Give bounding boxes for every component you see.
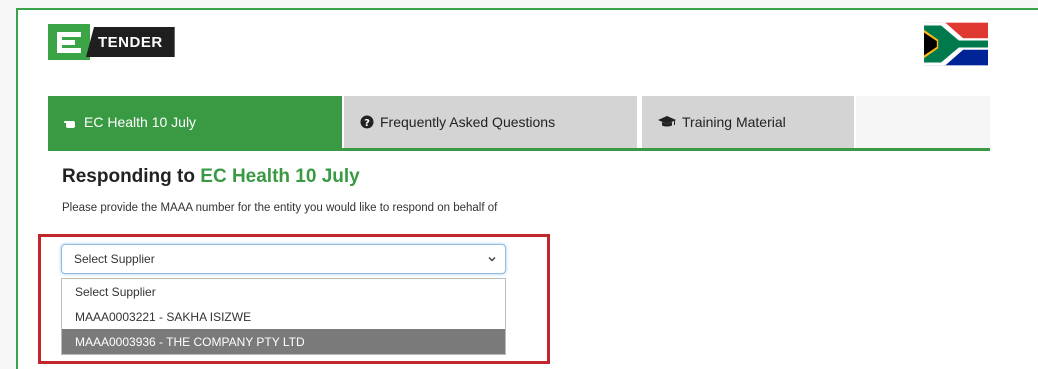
tab-training[interactable]: Training Material [642,96,854,148]
tender-name: EC Health 10 July [200,166,360,187]
south-africa-flag-icon [924,22,988,66]
supplier-option[interactable]: MAAA0003221 - SAKHA ISIZWE [62,304,505,329]
tab-ec-health[interactable]: EC Health 10 July [48,96,342,148]
hand-pointer-icon [64,115,78,129]
supplier-select[interactable]: Select Supplier [61,244,506,274]
select-value: Select Supplier [74,252,155,266]
tab-label: Frequently Asked Questions [380,114,556,130]
app-frame: TENDER EC Health 10 July ? Frequently As… [0,0,1038,369]
tab-underline [48,148,990,151]
title-prefix: Responding to [62,166,195,187]
question-circle-icon: ? [360,115,374,129]
tab-bar: EC Health 10 July ? Frequently Asked Que… [48,96,990,148]
graduation-cap-icon [658,115,676,129]
tab-faq[interactable]: ? Frequently Asked Questions [344,96,637,148]
instruction-text: Please provide the MAAA number for the e… [62,202,498,214]
svg-text:?: ? [364,118,370,129]
etender-logo[interactable]: TENDER [48,24,175,60]
logo-text: TENDER [86,27,175,57]
page-title: Responding to EC Health 10 July [62,166,360,188]
tab-label: EC Health 10 July [84,114,197,130]
supplier-option[interactable]: MAAA0003936 - THE COMPANY PTY LTD [62,329,505,354]
chevron-down-icon [488,256,496,262]
supplier-option[interactable]: Select Supplier [62,279,505,304]
supplier-dropdown: Select Supplier MAAA0003221 - SAKHA ISIZ… [61,278,506,355]
tab-label: Training Material [682,114,786,130]
tab-filler [856,96,990,148]
logo-e-icon [48,24,90,60]
